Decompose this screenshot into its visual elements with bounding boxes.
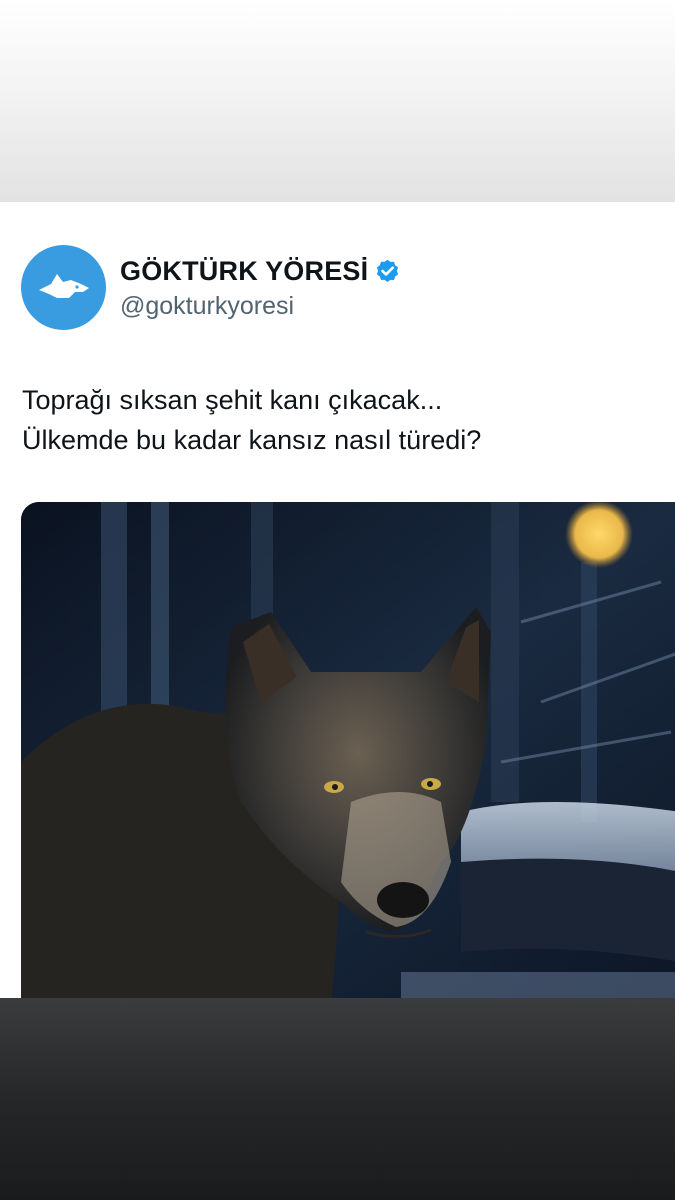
author-display-name[interactable]: GÖKTÜRK YÖRESİ [120,256,368,287]
top-story-background [0,0,675,202]
tweet-media-image[interactable] [21,502,675,998]
wolf-head-icon [38,273,89,298]
author-handle[interactable]: @gokturkyoresi [120,292,294,321]
profile-avatar[interactable] [21,245,106,330]
tweet-text-line: Ülkemde bu kadar kansız nasıl türedi? [22,425,482,455]
bottom-story-background [0,998,675,1200]
tweet-text-line: Toprağı sıksan şehit kanı çıkacak... [22,385,443,415]
wolf-photo [21,502,675,998]
tweet-text: Toprağı sıksan şehit kanı çıkacak... Ülk… [22,380,652,460]
author-name-row: GÖKTÜRK YÖRESİ [120,254,401,288]
verified-badge-icon [377,259,399,282]
tweet-card: GÖKTÜRK YÖRESİ @gokturkyoresi Toprağı sı… [0,202,675,998]
